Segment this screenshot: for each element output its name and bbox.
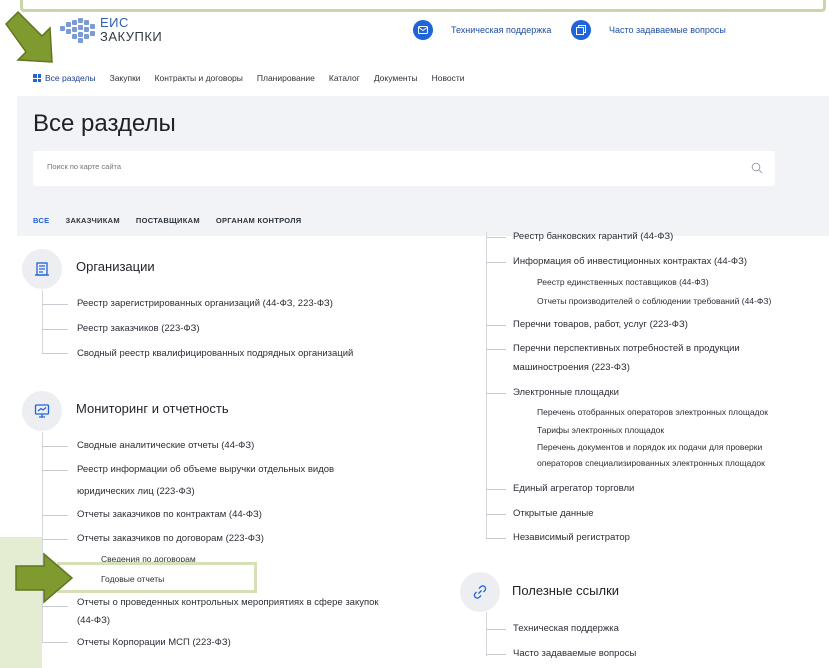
section-title-monitoring: Мониторинг и отчетность — [76, 401, 229, 416]
link-perspective-needs-cont[interactable]: машиностроения (223-ФЗ) — [513, 362, 630, 373]
grid-icon — [33, 74, 41, 82]
link-selected-operators[interactable]: Перечень отобранных операторов электронн… — [537, 407, 768, 417]
tree-tick — [486, 514, 506, 515]
tree-tick — [486, 629, 506, 630]
link-agreement-reports[interactable]: Отчеты заказчиков по договорам (223-ФЗ) — [77, 533, 264, 544]
faq-window-icon — [571, 20, 591, 40]
link-msp-reports[interactable]: Отчеты Корпорации МСП (223-ФЗ) — [77, 637, 231, 648]
tree-tick — [486, 349, 506, 350]
organizations-icon — [22, 249, 62, 289]
faq-link[interactable]: Часто задаваемые вопросы — [571, 20, 726, 40]
faq-label: Часто задаваемые вопросы — [609, 25, 726, 35]
tree-tick — [42, 606, 68, 607]
logo-line-2: ЗАКУПКИ — [100, 29, 163, 44]
section-line — [486, 612, 487, 656]
tree-tick — [486, 393, 506, 394]
support-label: Техническая поддержка — [451, 25, 552, 35]
link-control-reports[interactable]: Отчеты о проведенных контрольных меропри… — [77, 597, 379, 608]
section-title-useful-links: Полезные ссылки — [512, 583, 620, 598]
link-analytical-reports[interactable]: Сводные аналитические отчеты (44-ФЗ) — [77, 440, 254, 451]
link-single-suppliers[interactable]: Реестр единственных поставщиков (44-ФЗ) — [537, 277, 709, 287]
link-investment-contracts[interactable]: Информация об инвестиционных контрактах … — [513, 256, 747, 267]
tree-tick — [42, 304, 68, 305]
link-customers-registry[interactable]: Реестр заказчиков (223-ФЗ) — [77, 323, 200, 334]
link-control-reports-cont[interactable]: (44-ФЗ) — [77, 615, 110, 626]
section-title-organizations: Организации — [76, 259, 155, 274]
nav-news[interactable]: Новости — [432, 73, 465, 83]
nav-purchases[interactable]: Закупки — [110, 73, 141, 83]
logo-line-1: ЕИС — [100, 15, 129, 30]
tab-all[interactable]: ВСЕ — [33, 216, 49, 225]
link-platform-tariffs[interactable]: Тарифы электронных площадок — [537, 425, 664, 435]
tree-tick — [42, 353, 68, 354]
link-producer-reports[interactable]: Отчеты производителей о соблюдении требо… — [537, 296, 771, 306]
mail-icon — [413, 20, 433, 40]
link-documents-procedure-cont[interactable]: операторов специализированных электронны… — [537, 458, 765, 468]
top-highlight-frame — [20, 0, 826, 12]
tree-tick — [42, 642, 68, 643]
link-tech-support[interactable]: Техническая поддержка — [513, 623, 619, 634]
link-revenue-registry-cont[interactable]: юридических лиц (223-ФЗ) — [77, 486, 195, 497]
nav-documents[interactable]: Документы — [374, 73, 418, 83]
search-icon[interactable] — [751, 162, 763, 174]
tree-tick — [42, 515, 68, 516]
tree-tick — [486, 325, 506, 326]
tree-tick — [486, 237, 506, 238]
link-goods-lists[interactable]: Перечни товаров, работ, услуг (223-ФЗ) — [513, 319, 688, 330]
audience-filter-tabs: ВСЕ ЗАКАЗЧИКАМ ПОСТАВЩИКАМ ОРГАНАМ КОНТР… — [33, 216, 317, 225]
annotation-highlight-box — [57, 562, 257, 593]
main-nav: Все разделы Закупки Контракты и договоры… — [33, 71, 479, 85]
link-open-data[interactable]: Открытые данные — [513, 508, 594, 519]
nav-all-sections[interactable]: Все разделы — [33, 73, 96, 83]
link-bank-guarantees[interactable]: Реестр банковских гарантий (44-ФЗ) — [513, 231, 673, 242]
eis-logo[interactable]: ЕИС ЗАКУПКИ — [58, 15, 162, 45]
page-title: Все разделы — [33, 110, 176, 137]
sitemap-search[interactable] — [33, 151, 775, 186]
nav-catalog[interactable]: Каталог — [329, 73, 360, 83]
section-line — [42, 290, 43, 353]
tab-suppliers[interactable]: ПОСТАВЩИКАМ — [136, 216, 200, 225]
monitoring-icon — [22, 391, 62, 431]
link-contract-reports[interactable]: Отчеты заказчиков по контрактам (44-ФЗ) — [77, 509, 262, 520]
link-trade-aggregator[interactable]: Единый агрегатор торговли — [513, 483, 634, 494]
tree-tick — [42, 329, 68, 330]
tree-tick — [42, 470, 68, 471]
tab-control-bodies[interactable]: ОРГАНАМ КОНТРОЛЯ — [216, 216, 302, 225]
tree-tick — [486, 489, 506, 490]
link-perspective-needs[interactable]: Перечни перспективных потребностей в про… — [513, 343, 740, 354]
annotation-arrow-right-icon — [15, 552, 74, 604]
useful-links-icon — [460, 572, 500, 612]
tree-tick — [42, 446, 68, 447]
link-e-platforms[interactable]: Электронные площадки — [513, 387, 619, 398]
site-header: ЕИС ЗАКУПКИ Техническая поддержка Часто … — [0, 0, 829, 88]
nav-planning[interactable]: Планирование — [257, 73, 315, 83]
link-documents-procedure[interactable]: Перечень документов и порядок их подачи … — [537, 442, 762, 452]
link-faq[interactable]: Часто задаваемые вопросы — [513, 648, 636, 659]
search-input[interactable] — [47, 162, 647, 171]
nav-contracts[interactable]: Контракты и договоры — [155, 73, 243, 83]
support-link[interactable]: Техническая поддержка — [413, 20, 551, 40]
section-line — [42, 432, 43, 642]
tree-tick — [486, 654, 506, 655]
nav-all-label: Все разделы — [45, 73, 96, 83]
annotation-arrow-icon — [5, 10, 53, 63]
tree-tick — [486, 262, 506, 263]
link-qualified-contractors[interactable]: Сводный реестр квалифицированных подрядн… — [77, 348, 353, 359]
link-independent-registrar[interactable]: Независимый регистратор — [513, 532, 630, 543]
tree-tick — [42, 539, 68, 540]
tree-tick — [486, 538, 506, 539]
link-revenue-registry[interactable]: Реестр информации об объеме выручки отде… — [77, 464, 334, 475]
tab-customers[interactable]: ЗАКАЗЧИКАМ — [65, 216, 119, 225]
link-registered-orgs[interactable]: Реестр зарегистрированных организаций (4… — [77, 298, 333, 309]
section-line — [486, 232, 487, 538]
